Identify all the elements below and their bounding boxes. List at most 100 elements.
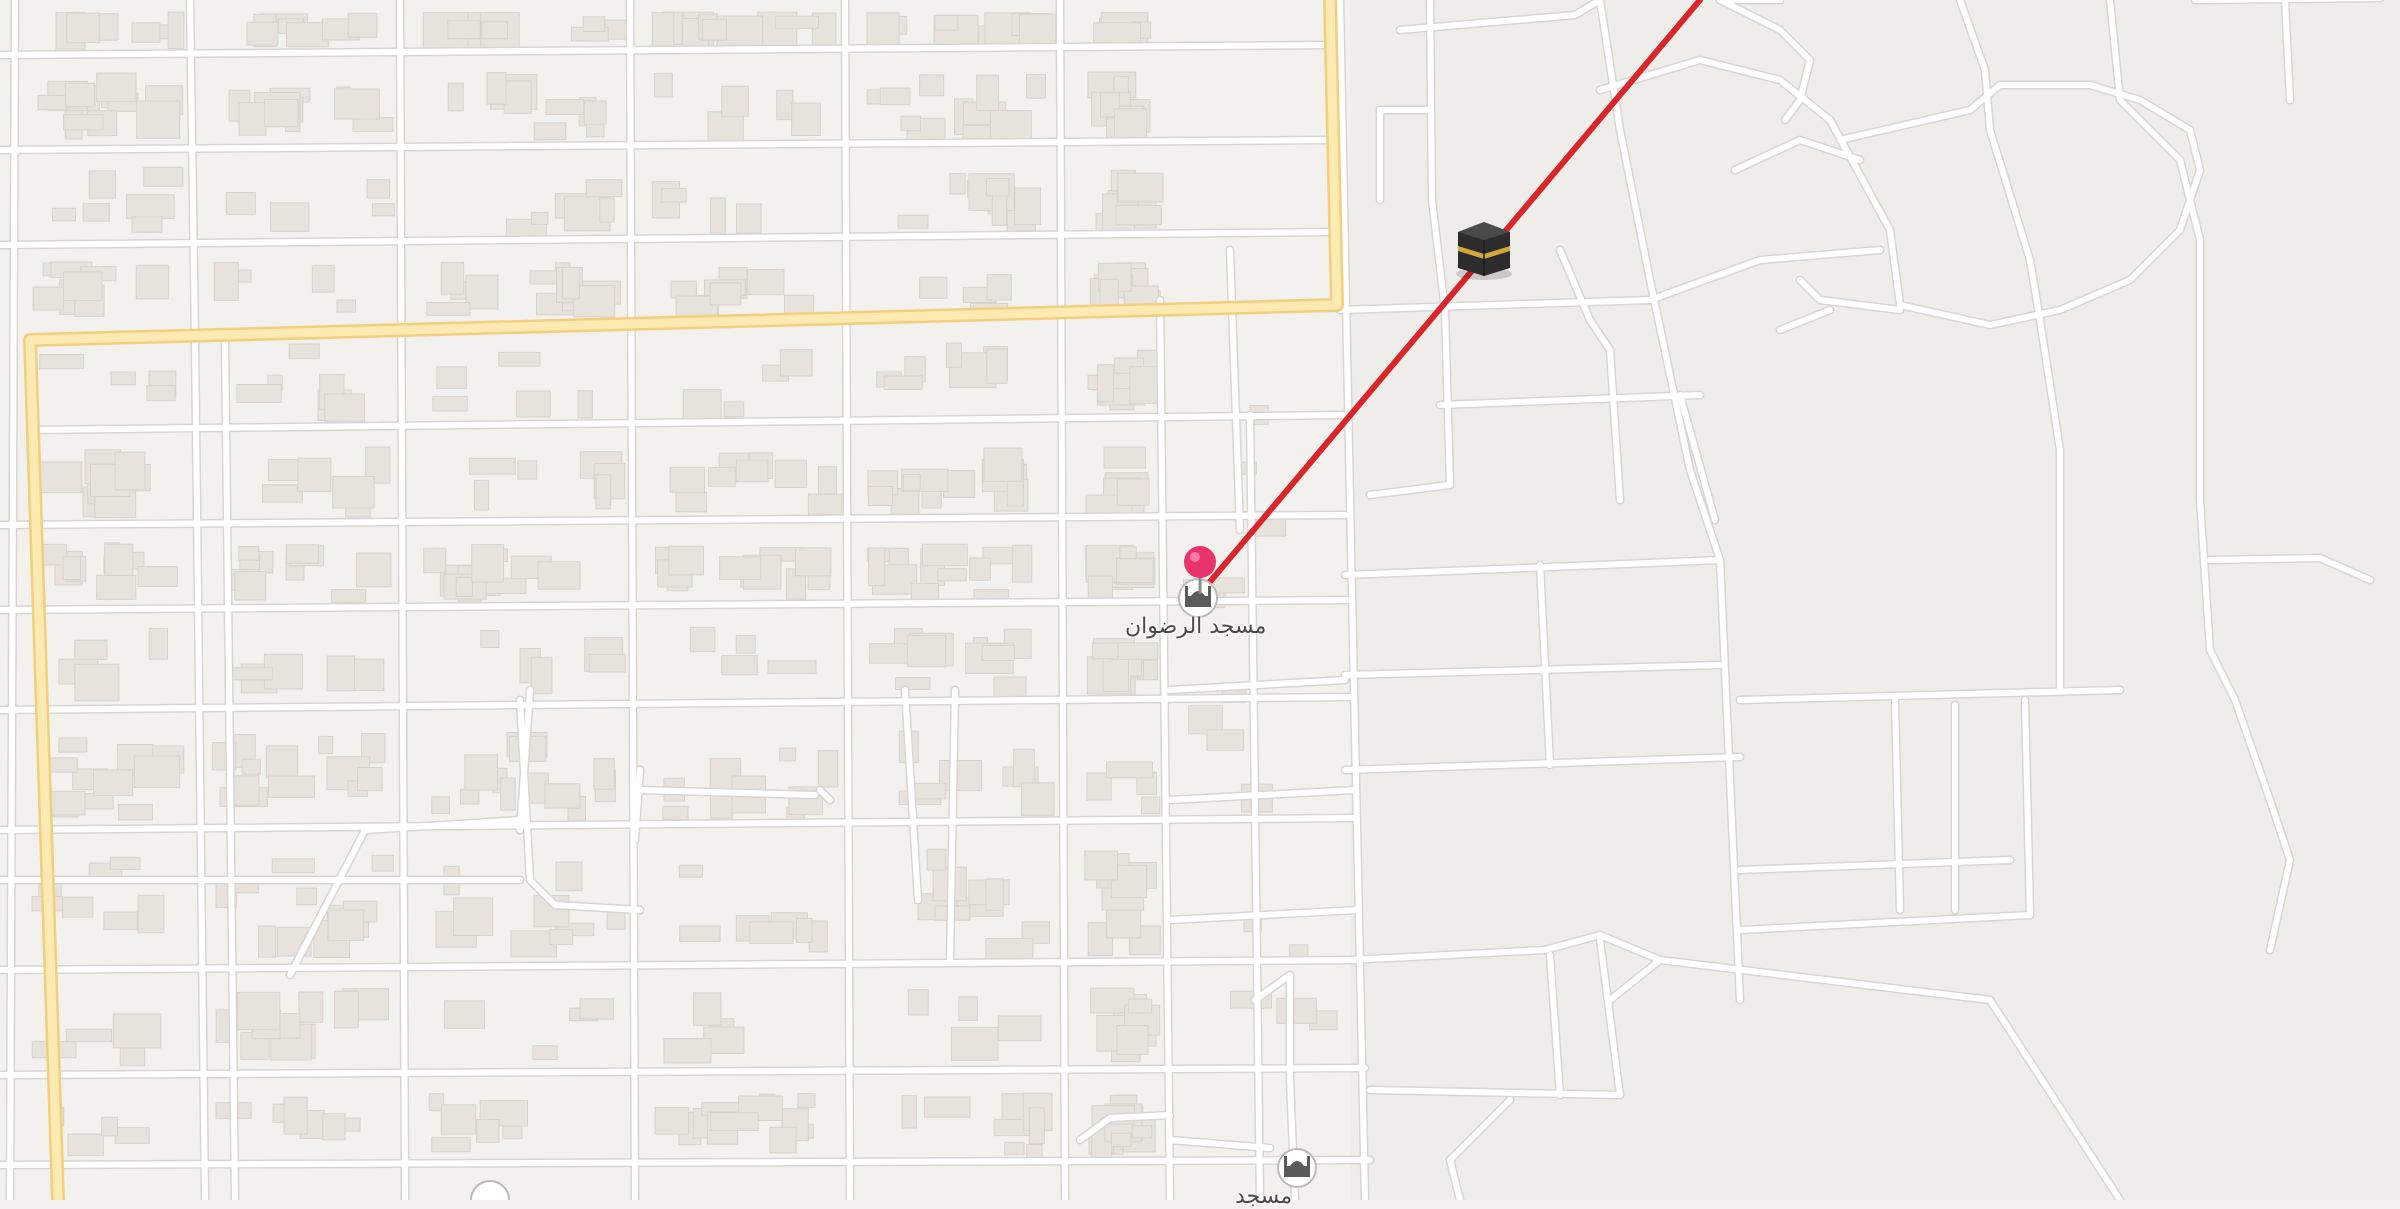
building	[268, 775, 316, 798]
building	[1006, 480, 1024, 507]
building	[101, 1116, 118, 1137]
building	[653, 72, 673, 98]
building	[723, 401, 745, 418]
building	[334, 88, 380, 120]
building	[555, 861, 583, 892]
building	[114, 1127, 150, 1144]
building	[481, 21, 509, 40]
building	[297, 457, 332, 492]
building	[1117, 172, 1164, 203]
building	[236, 384, 282, 403]
building	[238, 102, 267, 136]
building	[958, 996, 978, 1021]
building	[234, 571, 267, 601]
building	[109, 856, 141, 870]
building	[322, 1113, 346, 1141]
building	[296, 887, 317, 906]
building	[103, 911, 138, 931]
building	[327, 909, 365, 941]
building	[237, 991, 281, 1031]
building	[913, 782, 947, 800]
map-view[interactable]: مسجد الرضوان مسجد	[0, 0, 2400, 1209]
building	[866, 12, 900, 50]
building	[96, 72, 137, 103]
building	[993, 676, 1027, 699]
poi-marker[interactable]	[470, 1180, 510, 1209]
building	[976, 74, 1000, 112]
building	[807, 574, 831, 591]
building	[735, 635, 756, 654]
building	[595, 474, 612, 510]
building	[682, 389, 722, 423]
building	[1276, 997, 1317, 1024]
building	[1113, 108, 1147, 143]
building	[88, 170, 116, 199]
building	[981, 644, 1015, 661]
building	[332, 476, 375, 509]
building	[926, 848, 947, 871]
building	[1020, 782, 1055, 816]
building	[279, 1012, 301, 1039]
building	[897, 214, 929, 229]
building	[983, 447, 1023, 482]
building	[678, 864, 703, 878]
poi-label-mosque[interactable]: مسجد	[1235, 1184, 1292, 1209]
poi-label-al-ridwan-mosque[interactable]: مسجد الرضوان	[1125, 614, 1266, 639]
building	[431, 1137, 471, 1153]
building	[545, 99, 585, 115]
building	[746, 269, 785, 296]
building	[74, 639, 108, 661]
building	[1028, 1107, 1045, 1144]
building	[774, 15, 820, 29]
building	[503, 80, 532, 114]
building	[74, 663, 120, 702]
building	[692, 992, 722, 1026]
building	[710, 197, 726, 237]
building	[37, 94, 68, 111]
building	[436, 366, 468, 389]
building	[65, 1028, 112, 1043]
building	[96, 574, 137, 600]
building	[1012, 748, 1035, 788]
building	[258, 925, 277, 958]
building	[63, 114, 104, 131]
building	[167, 11, 185, 50]
building	[262, 484, 303, 503]
building	[937, 568, 967, 582]
building	[39, 354, 85, 370]
building	[114, 451, 146, 491]
building	[63, 271, 103, 301]
building	[356, 552, 392, 588]
building	[1004, 1141, 1025, 1156]
building	[1116, 478, 1150, 506]
building	[791, 102, 821, 136]
building	[901, 1095, 917, 1129]
building	[225, 192, 256, 215]
building	[907, 989, 929, 1016]
building	[986, 274, 1012, 301]
building	[1115, 205, 1162, 226]
kaaba-icon[interactable]	[1456, 222, 1512, 280]
map-canvas[interactable]	[0, 0, 2400, 1209]
building	[440, 1104, 477, 1135]
building	[1011, 544, 1033, 583]
building	[868, 547, 886, 587]
building	[349, 658, 385, 692]
mosque-poi-selected[interactable]	[1178, 578, 1218, 618]
building	[326, 655, 355, 692]
building	[663, 1038, 712, 1064]
mosque-poi[interactable]	[1277, 1148, 1317, 1188]
building	[473, 479, 490, 511]
building	[1093, 22, 1142, 45]
building	[331, 589, 367, 604]
building	[104, 543, 134, 580]
building	[62, 896, 94, 918]
building	[561, 266, 580, 300]
building	[654, 1107, 690, 1135]
building	[879, 87, 911, 106]
building	[736, 203, 762, 234]
building	[131, 22, 161, 43]
building	[1018, 13, 1057, 47]
building	[869, 643, 910, 664]
building	[579, 998, 615, 1020]
